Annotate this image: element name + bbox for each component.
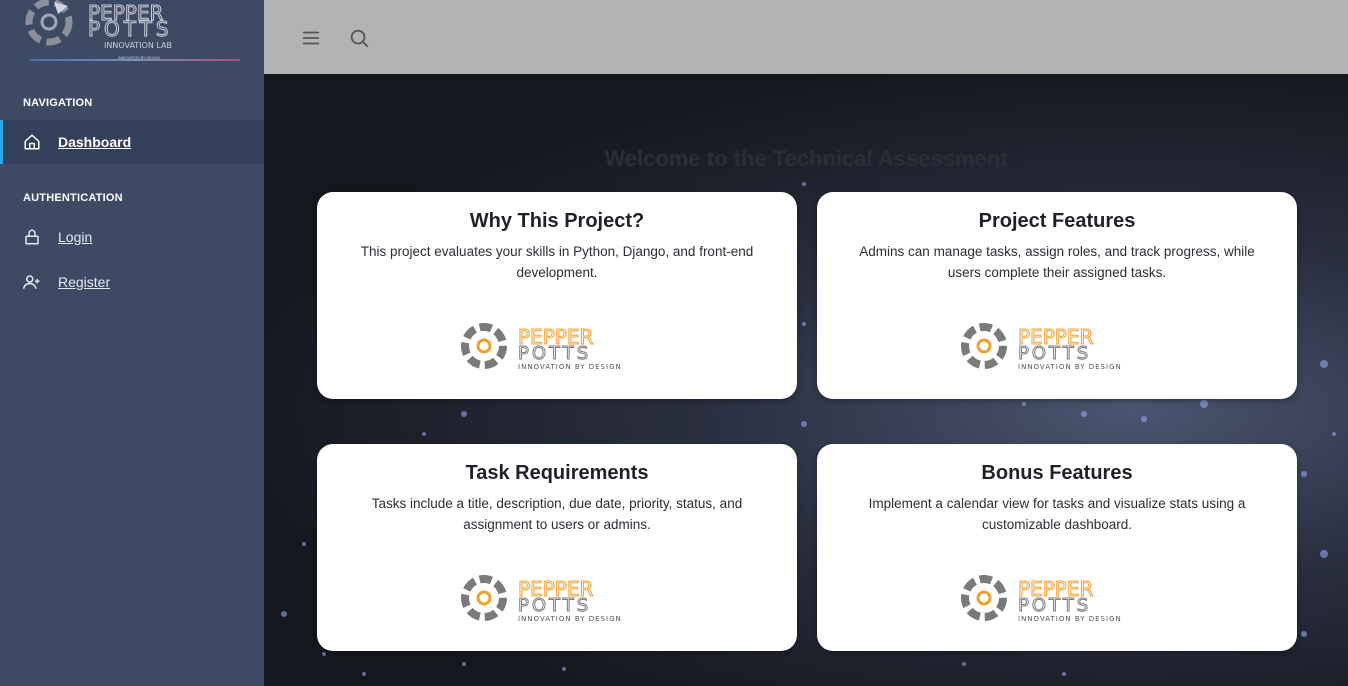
main-content: Welcome to the Technical Assessment Why … bbox=[264, 74, 1348, 686]
sidebar-item-label: Login bbox=[58, 229, 93, 245]
svg-text:POTTS: POTTS bbox=[88, 17, 173, 41]
nav-heading-authentication: AUTHENTICATION bbox=[23, 192, 123, 204]
svg-text:INNOVATION BY DESIGN: INNOVATION BY DESIGN bbox=[518, 615, 622, 623]
menu-icon[interactable] bbox=[300, 27, 322, 49]
home-icon bbox=[22, 132, 42, 152]
svg-text:INNOVATION BY DESIGN: INNOVATION BY DESIGN bbox=[1018, 615, 1122, 623]
card-title: Task Requirements bbox=[465, 462, 649, 484]
sidebar-item-dashboard[interactable]: Dashboard bbox=[0, 120, 264, 164]
svg-text:POTTS: POTTS bbox=[518, 343, 591, 364]
nav-heading-navigation: NAVIGATION bbox=[23, 97, 93, 109]
svg-text:INNOVATION BY DESIGN: INNOVATION BY DESIGN bbox=[1018, 363, 1122, 371]
svg-text:POTTS: POTTS bbox=[518, 595, 591, 616]
search-icon[interactable] bbox=[348, 27, 370, 49]
pepper-potts-logo-icon: PEPPER POTTS INNOVATION BY DESIGN bbox=[961, 575, 1122, 623]
welcome-heading: Welcome to the Technical Assessment bbox=[604, 146, 1008, 171]
card-text: Implement a calendar view for tasks and … bbox=[868, 496, 1246, 532]
card-why-this-project: Why This Project? This project evaluates… bbox=[317, 192, 797, 399]
svg-text:INNOVATION LAB: INNOVATION LAB bbox=[104, 41, 172, 50]
card-task-requirements: Task Requirements Tasks include a title,… bbox=[317, 444, 797, 651]
pepper-potts-logo-icon: PEPPER POTTS INNOVATION BY DESIGN bbox=[461, 575, 622, 623]
card-text: Tasks include a title, description, due … bbox=[371, 496, 743, 532]
pepper-potts-logo-icon: PEPPER POTTS INNOVATION LAB INNOVATION B… bbox=[25, 0, 173, 60]
card-project-features: Project Features Admins can manage tasks… bbox=[817, 192, 1297, 399]
svg-text:INNOVATION BY DESIGN: INNOVATION BY DESIGN bbox=[518, 363, 622, 371]
sidebar: PEPPER POTTS INNOVATION LAB INNOVATION B… bbox=[0, 0, 264, 686]
sidebar-item-login[interactable]: Login bbox=[0, 215, 264, 259]
user-plus-icon bbox=[22, 272, 42, 292]
card-bonus-features: Bonus Features Implement a calendar view… bbox=[817, 444, 1297, 651]
card-text: Admins can manage tasks, assign roles, a… bbox=[859, 244, 1255, 280]
card-title: Why This Project? bbox=[469, 210, 645, 232]
card-title: Project Features bbox=[978, 210, 1136, 232]
sidebar-item-label: Dashboard bbox=[58, 134, 132, 150]
brand-divider bbox=[30, 59, 240, 61]
svg-text:POTTS: POTTS bbox=[1018, 343, 1091, 364]
pepper-potts-logo-icon: PEPPER POTTS INNOVATION BY DESIGN bbox=[961, 323, 1122, 371]
brand-logo[interactable]: PEPPER POTTS INNOVATION LAB INNOVATION B… bbox=[22, 0, 242, 66]
card-text: This project evaluates your skills in Py… bbox=[360, 244, 754, 280]
card-title: Bonus Features bbox=[981, 462, 1133, 484]
lock-icon bbox=[22, 227, 42, 247]
sidebar-item-label: Register bbox=[58, 274, 111, 290]
topbar bbox=[264, 0, 1348, 74]
pepper-potts-logo-icon: PEPPER POTTS INNOVATION BY DESIGN bbox=[461, 323, 622, 371]
svg-text:POTTS: POTTS bbox=[1018, 595, 1091, 616]
sidebar-item-register[interactable]: Register bbox=[0, 260, 264, 304]
